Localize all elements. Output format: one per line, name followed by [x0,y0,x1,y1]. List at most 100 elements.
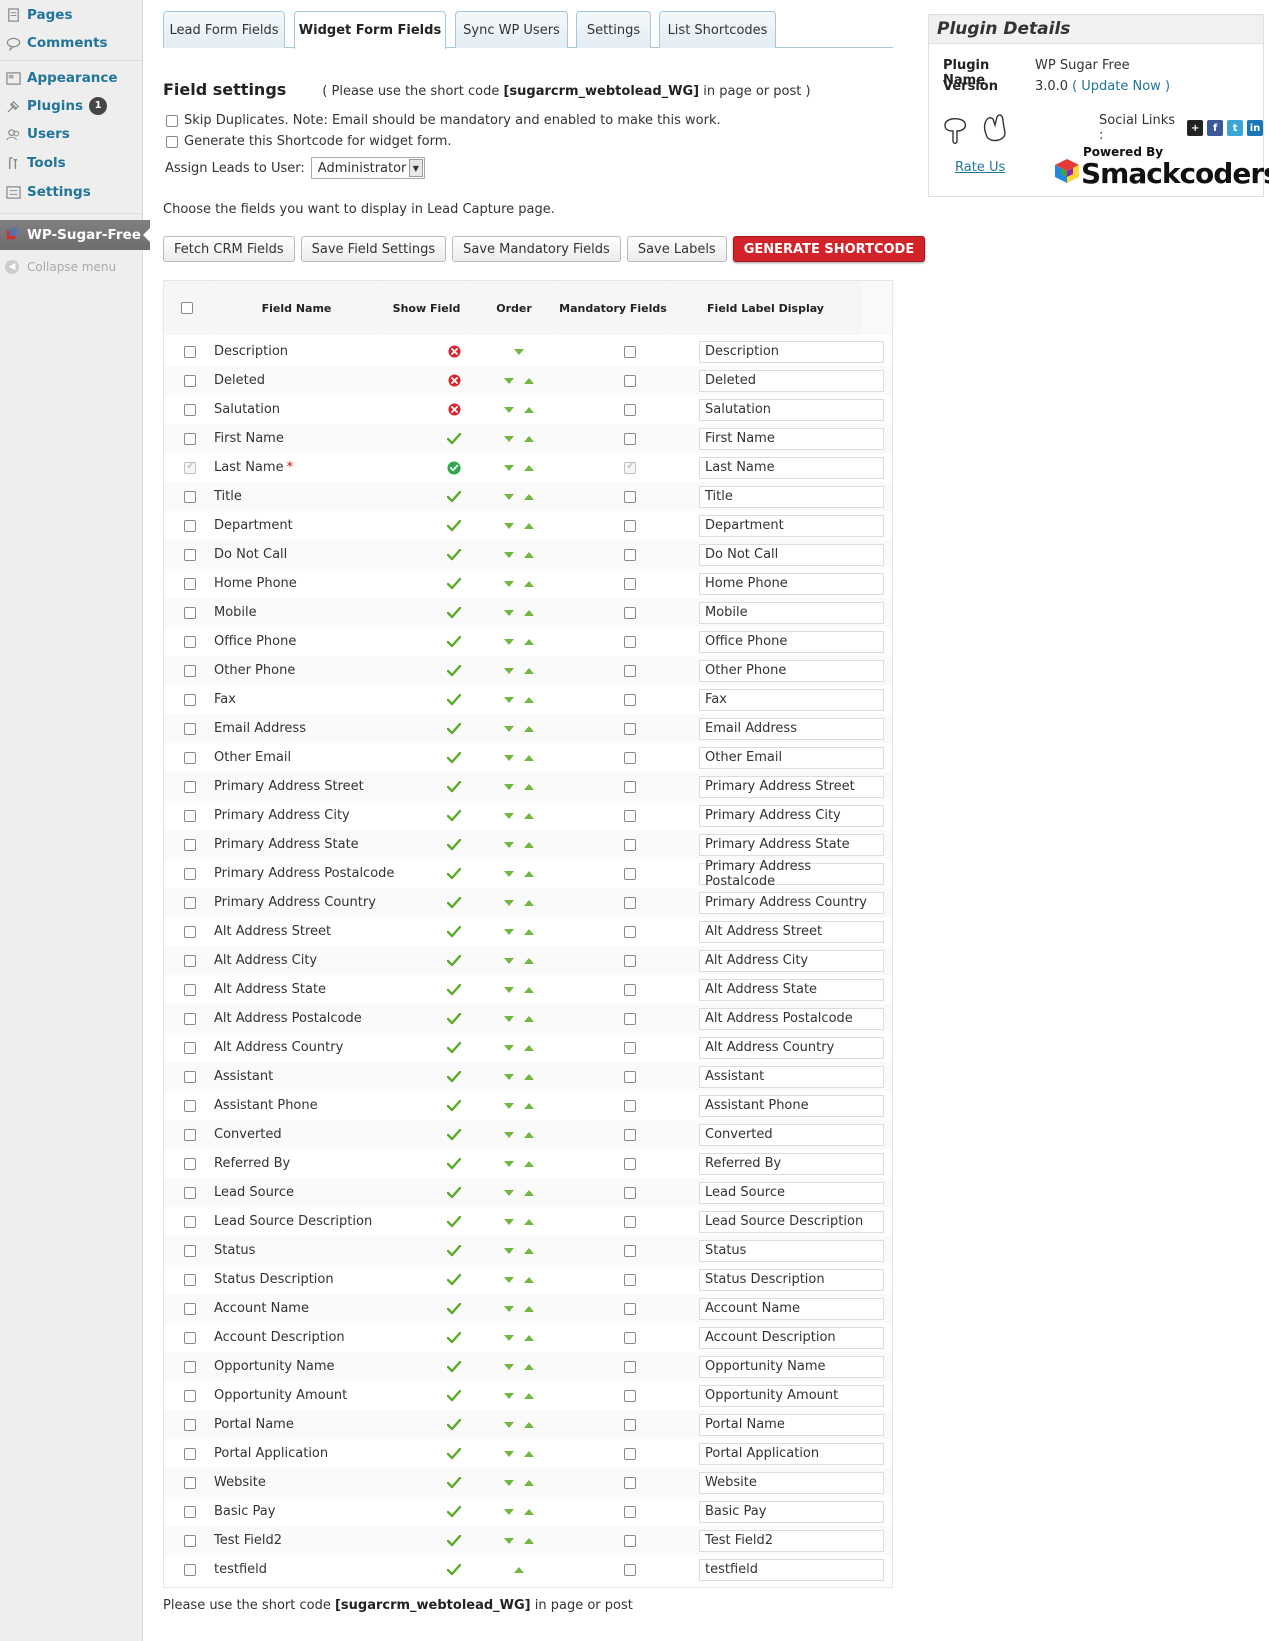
move-up-icon[interactable] [524,667,534,674]
field-label-input[interactable]: Basic Pay [699,1500,884,1523]
move-down-icon[interactable] [504,841,514,848]
select-all-checkbox[interactable] [181,302,193,314]
mandatory-checkbox[interactable] [624,1447,636,1460]
smackcoders-logo[interactable]: Powered By Smackcoders [1053,145,1269,190]
move-up-icon[interactable] [524,812,534,819]
move-down-icon[interactable] [504,1334,514,1341]
menu-plugins[interactable]: Plugins 1 [0,92,143,120]
row-select-checkbox[interactable] [184,896,196,909]
row-select-checkbox[interactable] [184,1331,196,1344]
move-down-icon[interactable] [504,1276,514,1283]
show-field-toggle[interactable] [434,337,474,366]
show-field-toggle[interactable] [434,1468,474,1497]
move-up-icon[interactable] [524,609,534,616]
generate-shortcode-button[interactable]: GENERATE SHORTCODE [732,236,926,262]
move-down-icon[interactable] [504,1102,514,1109]
facebook-icon[interactable]: f [1207,120,1224,136]
tab-list-shortcodes[interactable]: List Shortcodes [659,11,776,48]
field-label-input[interactable]: Primary Address State [699,833,884,856]
row-select-checkbox[interactable] [184,780,196,793]
show-field-toggle[interactable] [434,1323,474,1352]
menu-users[interactable]: Users [0,120,143,148]
move-down-icon[interactable] [504,1015,514,1022]
move-up-icon[interactable] [524,1189,534,1196]
move-down-icon[interactable] [504,435,514,442]
row-select-checkbox[interactable] [184,1099,196,1112]
field-label-input[interactable]: Office Phone [699,630,884,653]
move-down-icon[interactable] [504,870,514,877]
show-field-toggle[interactable] [434,859,474,888]
mandatory-checkbox[interactable] [624,867,636,880]
show-field-toggle[interactable] [434,975,474,1004]
move-down-icon[interactable] [504,1537,514,1544]
show-field-toggle[interactable] [434,1439,474,1468]
move-up-icon[interactable] [524,1363,534,1370]
row-select-checkbox[interactable] [184,664,196,677]
mandatory-checkbox[interactable] [624,983,636,996]
row-select-checkbox[interactable] [184,1244,196,1257]
mandatory-checkbox[interactable] [624,432,636,445]
move-down-icon[interactable] [504,1073,514,1080]
row-select-checkbox[interactable] [184,1447,196,1460]
row-select-checkbox[interactable] [184,1215,196,1228]
show-field-toggle[interactable] [434,395,474,424]
show-field-toggle[interactable] [434,946,474,975]
mandatory-checkbox[interactable] [624,490,636,503]
field-label-input[interactable]: Last Name [699,456,884,479]
field-label-input[interactable]: Status Description [699,1268,884,1291]
move-down-icon[interactable] [504,696,514,703]
show-field-toggle[interactable] [434,714,474,743]
show-field-toggle[interactable] [434,1091,474,1120]
move-up-icon[interactable] [524,1392,534,1399]
show-field-toggle[interactable] [434,801,474,830]
show-field-toggle[interactable] [434,366,474,395]
move-up-icon[interactable] [524,957,534,964]
move-up-icon[interactable] [524,1421,534,1428]
move-down-icon[interactable] [504,1218,514,1225]
mandatory-checkbox[interactable] [624,1128,636,1141]
tab-sync-wp-users[interactable]: Sync WP Users [455,11,568,48]
move-up-icon[interactable] [524,638,534,645]
move-down-icon[interactable] [504,1247,514,1254]
menu-settings[interactable]: Settings [0,178,143,206]
assign-user-select[interactable]: Administrator ▼ [310,157,425,179]
show-field-toggle[interactable] [434,1265,474,1294]
move-up-icon[interactable] [524,725,534,732]
row-select-checkbox[interactable] [184,577,196,590]
row-select-checkbox[interactable] [184,693,196,706]
field-label-input[interactable]: Assistant [699,1065,884,1088]
move-down-icon[interactable] [504,1160,514,1167]
row-select-checkbox[interactable] [184,867,196,880]
field-label-input[interactable]: Primary Address Postalcode [699,859,884,889]
mandatory-checkbox[interactable] [624,1157,636,1170]
show-field-toggle[interactable] [434,598,474,627]
show-field-toggle[interactable] [434,1352,474,1381]
mandatory-checkbox[interactable] [624,1273,636,1286]
field-label-input[interactable]: Do Not Call [699,543,884,566]
move-up-icon[interactable] [524,870,534,877]
mandatory-checkbox[interactable] [624,896,636,909]
move-down-icon[interactable] [504,957,514,964]
field-label-input[interactable]: Opportunity Amount [699,1384,884,1407]
mandatory-checkbox[interactable] [624,1244,636,1257]
move-down-icon[interactable] [504,1450,514,1457]
move-down-icon[interactable] [504,1508,514,1515]
row-select-checkbox[interactable] [184,403,196,416]
row-select-checkbox[interactable] [184,954,196,967]
row-select-checkbox[interactable] [184,459,196,474]
row-select-checkbox[interactable] [184,374,196,387]
mandatory-checkbox[interactable] [624,722,636,735]
move-up-icon[interactable] [524,435,534,442]
move-up-icon[interactable] [524,1450,534,1457]
field-label-input[interactable]: Alt Address State [699,978,884,1001]
row-select-checkbox[interactable] [184,1418,196,1431]
move-down-icon[interactable] [504,1305,514,1312]
mandatory-checkbox[interactable] [624,1360,636,1373]
show-field-toggle[interactable] [434,540,474,569]
field-label-input[interactable]: Alt Address Country [699,1036,884,1059]
field-label-input[interactable]: Account Description [699,1326,884,1349]
mandatory-checkbox[interactable] [624,1186,636,1199]
row-select-checkbox[interactable] [184,1302,196,1315]
skip-duplicates-checkbox[interactable] [166,114,178,127]
mandatory-checkbox[interactable] [624,519,636,532]
